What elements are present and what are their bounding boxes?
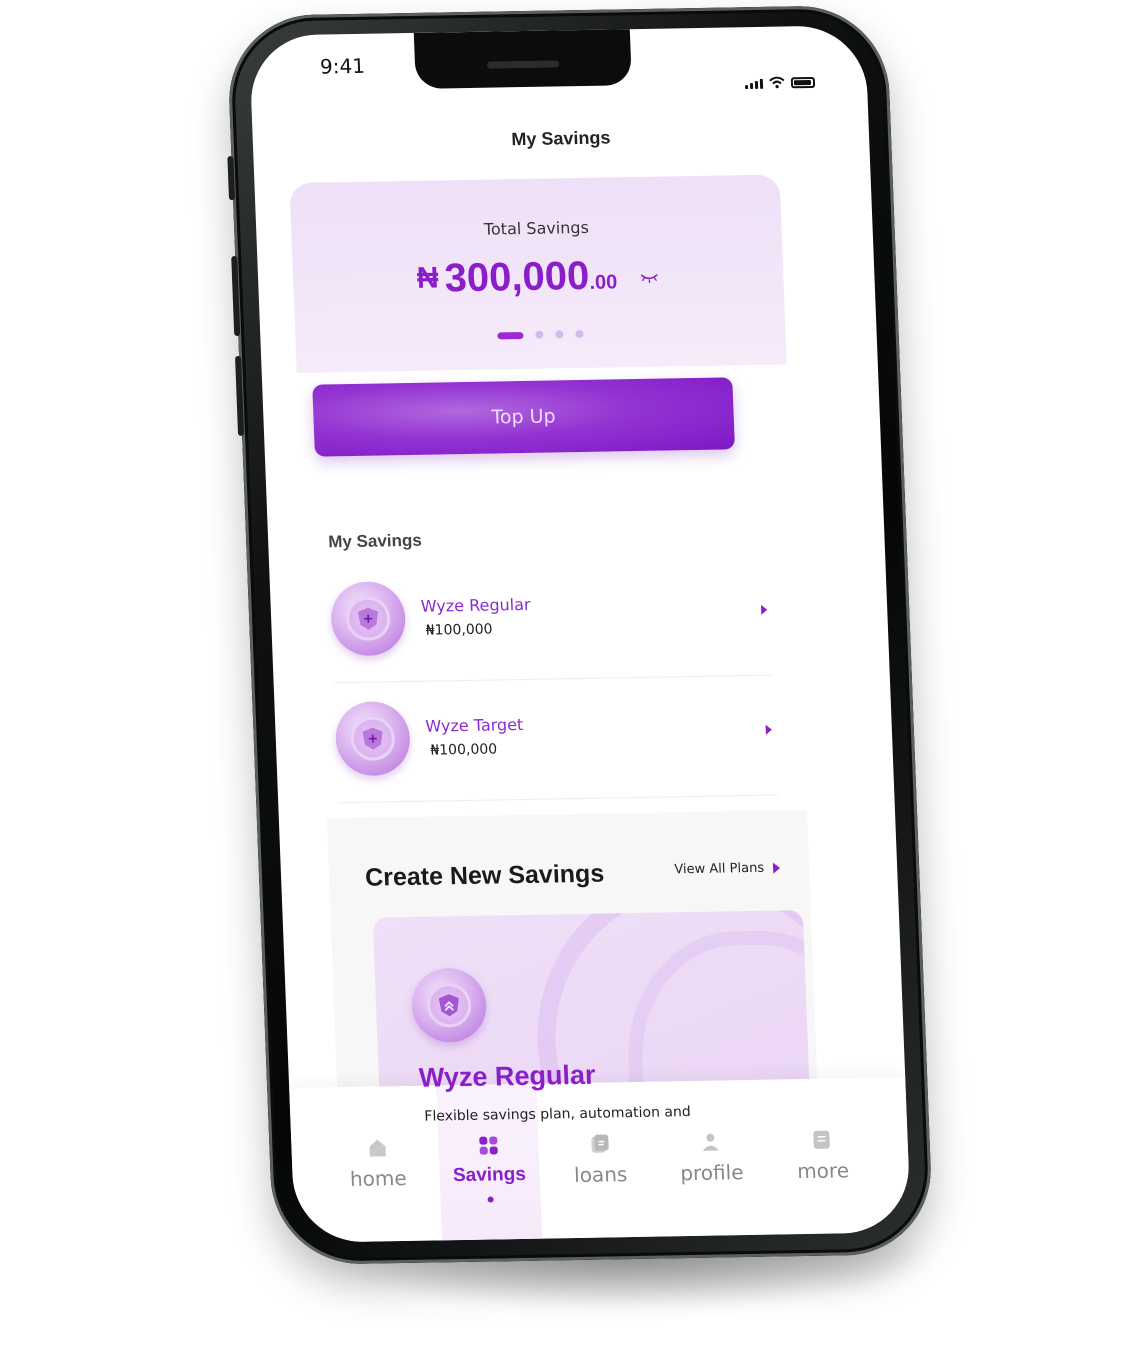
total-savings-card[interactable]: Total Savings ₦ 300,000.00 bbox=[289, 174, 787, 373]
chevron-right-icon bbox=[765, 724, 772, 735]
savings-coin-icon bbox=[329, 581, 407, 657]
savings-item-wyze-regular[interactable]: Wyze Regular ₦100,000 bbox=[329, 574, 774, 684]
more-icon bbox=[813, 1130, 831, 1149]
savings-item-amount: ₦100,000 bbox=[425, 621, 493, 639]
carousel-dot[interactable] bbox=[575, 329, 584, 339]
home-icon bbox=[369, 1139, 386, 1157]
carousel-dot[interactable] bbox=[535, 330, 544, 339]
notch bbox=[413, 29, 632, 89]
chevron-right-icon bbox=[772, 862, 781, 874]
tab-home-label: home bbox=[349, 1165, 408, 1191]
plan-coin-icon bbox=[410, 967, 488, 1043]
total-savings-amount: ₦ 300,000.00 bbox=[292, 250, 784, 304]
speaker-grille bbox=[486, 60, 560, 69]
my-savings-heading: My Savings bbox=[327, 530, 423, 552]
hide-balance-icon[interactable] bbox=[639, 271, 660, 289]
bottom-tab-bar: home Savings loans profile more bbox=[289, 1077, 912, 1243]
savings-item-amount: ₦100,000 bbox=[430, 741, 498, 759]
savings-item-name: Wyze Target bbox=[425, 714, 524, 736]
tab-more-label: more bbox=[796, 1158, 850, 1184]
wifi-icon bbox=[769, 76, 785, 89]
carousel-indicator[interactable] bbox=[295, 326, 785, 343]
plan-name: Wyze Regular bbox=[418, 1059, 597, 1093]
tab-loans-label: loans bbox=[573, 1162, 628, 1188]
carousel-dot-active[interactable] bbox=[497, 331, 524, 339]
savings-coin-icon bbox=[334, 700, 412, 777]
profile-icon bbox=[703, 1133, 720, 1151]
carousel-dot[interactable] bbox=[555, 330, 564, 339]
tab-profile-label: profile bbox=[679, 1160, 744, 1186]
battery-icon bbox=[790, 76, 816, 89]
amount-decimals: .00 bbox=[589, 271, 618, 294]
create-new-savings-title: Create New Savings bbox=[364, 859, 605, 892]
amount-main: 300,000 bbox=[443, 253, 591, 301]
savings-icon bbox=[479, 1136, 498, 1155]
tab-home[interactable]: home bbox=[325, 1086, 431, 1243]
signal-icon bbox=[745, 78, 764, 90]
view-all-plans-link[interactable]: View All Plans bbox=[674, 860, 781, 877]
loans-icon bbox=[591, 1134, 609, 1153]
phone-mockup: 9:41 My Savings Total Savings ₦ 300,000.0… bbox=[225, 4, 935, 1266]
active-tab-indicator bbox=[487, 1196, 494, 1203]
status-time: 9:41 bbox=[319, 53, 366, 79]
page-title: My Savings bbox=[511, 127, 611, 150]
currency-symbol: ₦ bbox=[416, 261, 440, 295]
savings-item-wyze-target[interactable]: Wyze Target ₦100,000 bbox=[334, 694, 779, 804]
total-savings-label: Total Savings bbox=[483, 217, 590, 239]
tab-more[interactable]: more bbox=[770, 1078, 876, 1235]
savings-item-name: Wyze Regular bbox=[420, 594, 531, 616]
chevron-right-icon bbox=[760, 604, 768, 615]
view-all-plans-label: View All Plans bbox=[674, 860, 765, 878]
status-icons bbox=[745, 76, 816, 90]
top-up-button[interactable]: Top Up bbox=[312, 377, 735, 457]
tab-savings-label: Savings bbox=[452, 1163, 527, 1187]
app-screen: 9:41 My Savings Total Savings ₦ 300,000.0… bbox=[248, 25, 912, 1243]
